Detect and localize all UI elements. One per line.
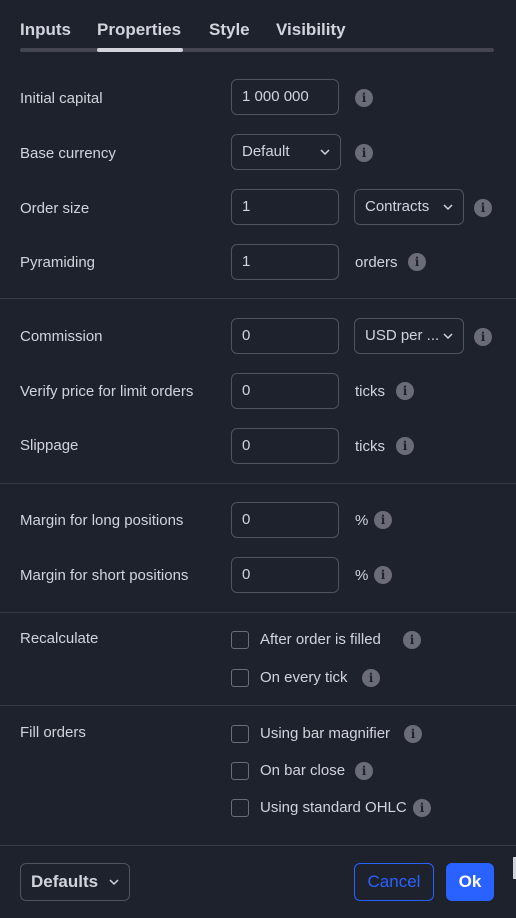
- margin-short-input[interactable]: 0: [231, 557, 339, 593]
- after-order-filled-checkbox[interactable]: [231, 631, 249, 649]
- using-standard-ohlc-checkbox[interactable]: [231, 799, 249, 817]
- commission-unit-select[interactable]: USD per ...: [354, 318, 464, 354]
- defaults-dropdown-button[interactable]: Defaults: [20, 863, 130, 901]
- tab-properties[interactable]: Properties: [97, 20, 181, 40]
- order-size-input[interactable]: 1: [231, 189, 339, 225]
- chevron-down-icon: [320, 149, 330, 156]
- fill-orders-label: Fill orders: [20, 724, 86, 741]
- base-currency-label: Base currency: [20, 145, 116, 162]
- initial-capital-label: Initial capital: [20, 90, 103, 107]
- info-icon[interactable]: i: [355, 144, 373, 162]
- on-bar-close-checkbox[interactable]: [231, 762, 249, 780]
- margin-long-label: Margin for long positions: [20, 512, 184, 529]
- verify-price-label: Verify price for limit orders: [20, 383, 194, 400]
- tab-visibility[interactable]: Visibility: [276, 20, 346, 40]
- base-currency-select[interactable]: Default: [231, 134, 341, 170]
- info-icon[interactable]: i: [474, 328, 492, 346]
- tab-style[interactable]: Style: [209, 20, 250, 40]
- footer-divider: [0, 845, 516, 846]
- initial-capital-input[interactable]: 1 000 000: [231, 79, 339, 115]
- verify-price-input[interactable]: 0: [231, 373, 339, 409]
- info-icon[interactable]: i: [355, 762, 373, 780]
- section-divider: [0, 483, 516, 484]
- chevron-down-icon: [443, 333, 453, 340]
- on-every-tick-checkbox[interactable]: [231, 669, 249, 687]
- order-size-label: Order size: [20, 200, 90, 217]
- order-size-unit-select[interactable]: Contracts: [354, 189, 464, 225]
- info-icon[interactable]: i: [413, 799, 431, 817]
- info-icon[interactable]: i: [404, 725, 422, 743]
- info-icon[interactable]: i: [374, 511, 392, 529]
- strategy-properties-dialog: Inputs Properties Style Visibility Initi…: [0, 0, 516, 918]
- info-icon[interactable]: i: [396, 382, 414, 400]
- ok-button[interactable]: Ok: [446, 863, 494, 901]
- section-divider: [0, 612, 516, 613]
- slippage-label: Slippage: [20, 437, 79, 454]
- after-order-filled-label[interactable]: After order is filled: [260, 631, 381, 648]
- using-bar-magnifier-label[interactable]: Using bar magnifier: [260, 725, 390, 742]
- using-bar-magnifier-checkbox[interactable]: [231, 725, 249, 743]
- on-bar-close-label[interactable]: On bar close: [260, 762, 345, 779]
- pyramiding-input[interactable]: 1: [231, 244, 339, 280]
- margin-short-label: Margin for short positions: [20, 567, 189, 584]
- on-every-tick-label[interactable]: On every tick: [260, 669, 348, 686]
- commission-label: Commission: [20, 328, 103, 345]
- tab-track: [20, 48, 494, 52]
- info-icon[interactable]: i: [403, 631, 421, 649]
- section-divider: [0, 705, 516, 706]
- chevron-down-icon: [443, 204, 453, 211]
- verify-price-unit: ticks: [355, 383, 385, 400]
- info-icon[interactable]: i: [355, 89, 373, 107]
- pyramiding-unit: orders: [355, 254, 398, 271]
- order-size-unit-value: Contracts: [365, 198, 430, 215]
- cancel-button[interactable]: Cancel: [354, 863, 434, 901]
- info-icon[interactable]: i: [408, 253, 426, 271]
- slippage-unit: ticks: [355, 438, 385, 455]
- info-icon[interactable]: i: [362, 669, 380, 687]
- margin-long-input[interactable]: 0: [231, 502, 339, 538]
- recalculate-label: Recalculate: [20, 630, 99, 647]
- margin-short-unit: %: [355, 567, 369, 584]
- info-icon[interactable]: i: [396, 437, 414, 455]
- section-divider: [0, 298, 516, 299]
- margin-long-unit: %: [355, 512, 369, 529]
- using-standard-ohlc-label[interactable]: Using standard OHLC: [260, 799, 407, 816]
- defaults-button-label: Defaults: [31, 872, 99, 891]
- tab-inputs[interactable]: Inputs: [20, 20, 71, 40]
- commission-input[interactable]: 0: [231, 318, 339, 354]
- info-icon[interactable]: i: [474, 199, 492, 217]
- pyramiding-label: Pyramiding: [20, 254, 96, 271]
- active-tab-indicator: [97, 48, 183, 52]
- commission-unit-value: USD per ...: [365, 327, 440, 344]
- info-icon[interactable]: i: [374, 566, 392, 584]
- chevron-down-icon: [109, 879, 119, 886]
- base-currency-value: Default: [242, 143, 290, 160]
- slippage-input[interactable]: 0: [231, 428, 339, 464]
- tab-bar: Inputs Properties Style Visibility: [20, 18, 494, 52]
